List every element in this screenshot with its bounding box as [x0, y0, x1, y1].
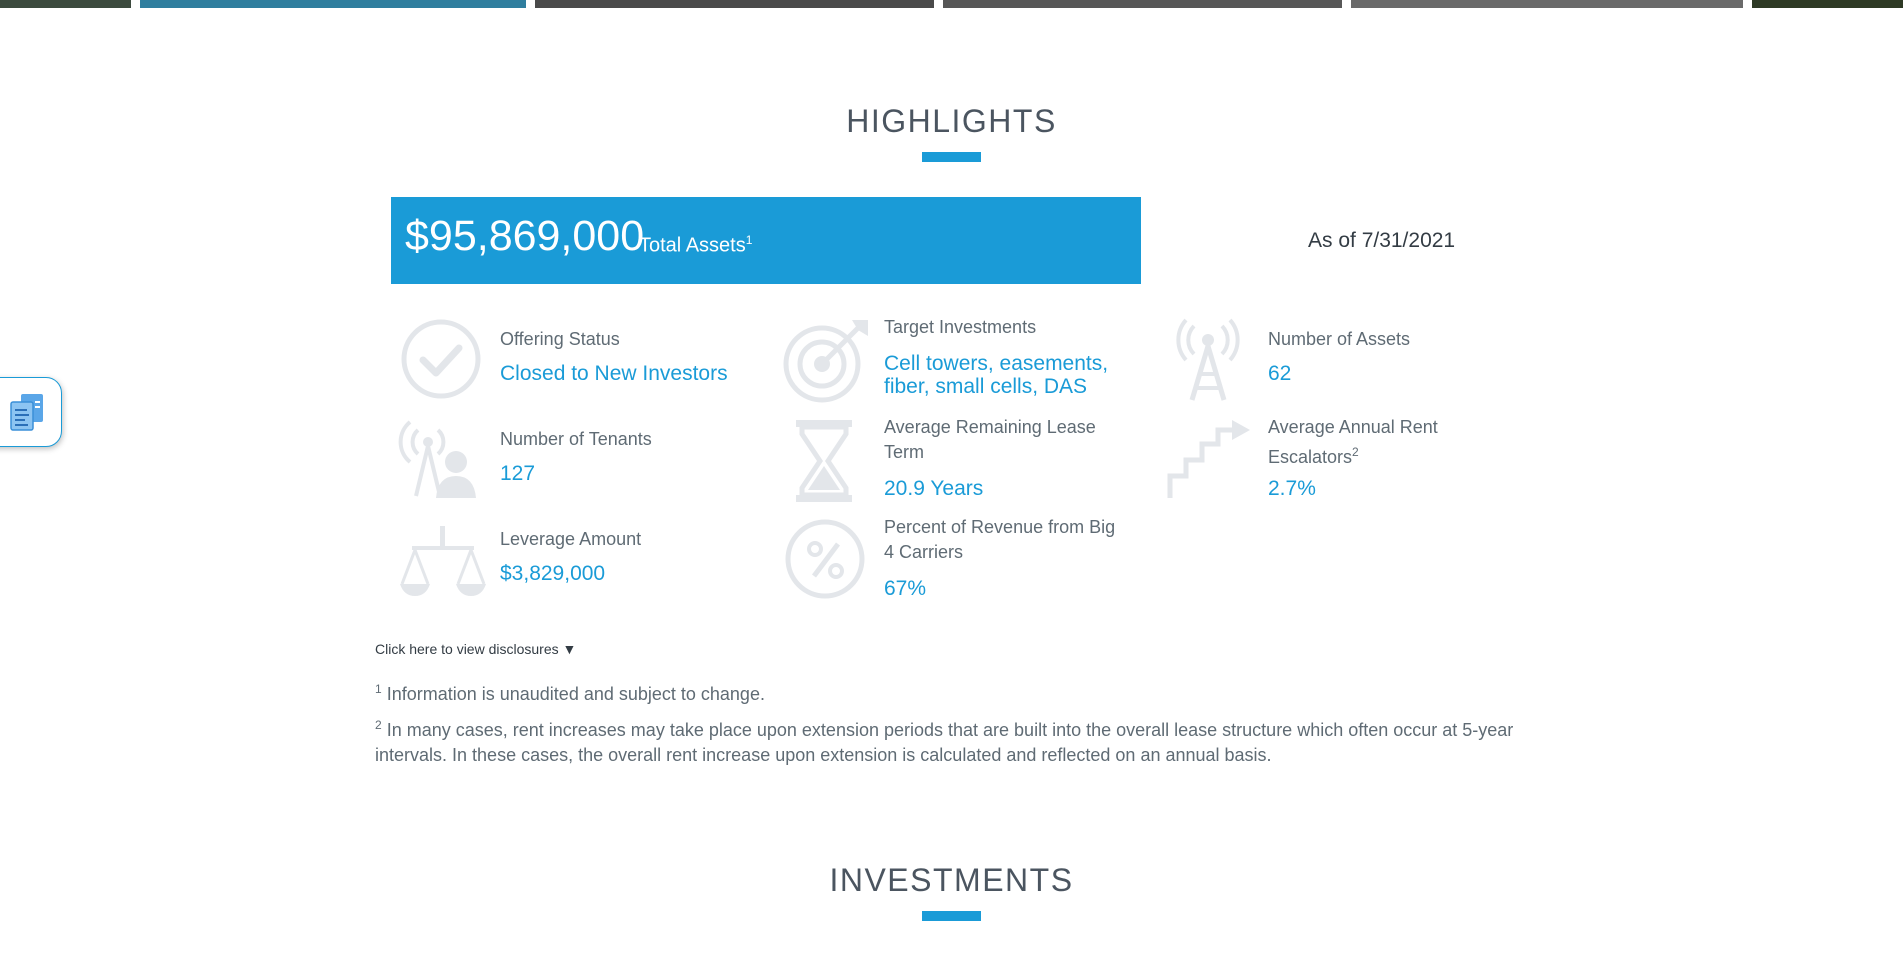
total-assets-label: Total Assets1 — [639, 233, 753, 257]
stat-label: Leverage Amount — [500, 529, 642, 549]
footnote-marker: 1 — [375, 682, 382, 696]
checkmark-circle-icon — [398, 316, 488, 406]
stat-value: 62 — [1268, 362, 1292, 385]
stairs-arrow-icon — [1166, 416, 1256, 506]
stat-value: Closed to New Investors — [500, 362, 728, 385]
stat-label: Target Investments — [884, 317, 1037, 337]
stat-label: Number of Assets — [1268, 329, 1411, 349]
hero-thumbnail[interactable] — [140, 0, 526, 8]
footnote-marker: 1 — [745, 233, 753, 247]
scales-icon — [398, 516, 488, 606]
disclosure-note: 2 In many cases, rent increases may take… — [375, 718, 1514, 765]
stat-value: $3,829,000 — [500, 562, 606, 585]
total-assets-banner: $95,869,000 Total Assets1 — [391, 197, 1141, 284]
stat-value: 2.7% — [1268, 477, 1316, 500]
stat-value: Cell towers, easements, fiber, small cel… — [884, 352, 1109, 398]
stat-value: 67% — [884, 577, 927, 600]
stat-value: 127 — [500, 462, 536, 485]
stat-label: Average Remaining Lease Term — [884, 417, 1096, 462]
document-icon — [10, 394, 43, 431]
hero-thumbnail[interactable] — [1752, 0, 1903, 8]
footnote-marker: 2 — [375, 718, 382, 732]
investments-title-underline — [922, 911, 981, 921]
total-assets-amount: $95,869,000 — [405, 212, 645, 260]
disclosure-note: 1 Information is unaudited and subject t… — [375, 682, 765, 704]
hero-image-strip — [0, 0, 1903, 8]
view-disclosures-toggle[interactable]: Click here to view disclosures ▼ — [375, 641, 576, 657]
tenant-tower-icon — [398, 416, 488, 506]
stat-label: Percent of Revenue from Big 4 Carriers — [884, 517, 1116, 562]
stat-label: Average Annual Rent Escalators2 — [1268, 417, 1438, 467]
stat-label: Offering Status — [500, 329, 620, 349]
target-icon — [782, 316, 872, 406]
percent-circle-icon — [782, 516, 872, 606]
hero-thumbnail[interactable] — [535, 0, 934, 8]
stat-value: 20.9 Years — [884, 477, 984, 500]
highlights-title: HIGHLIGHTS — [846, 103, 1057, 139]
as-of-date: As of 7/31/2021 — [1308, 229, 1456, 252]
documents-widget-button[interactable] — [0, 377, 62, 447]
cell-tower-icon — [1166, 316, 1256, 406]
hero-thumbnail[interactable] — [1351, 0, 1743, 8]
footnote-marker: 2 — [1352, 445, 1359, 459]
stat-label: Number of Tenants — [500, 429, 652, 449]
highlights-title-underline — [922, 152, 981, 162]
hourglass-icon — [782, 416, 872, 506]
hero-thumbnail[interactable] — [943, 0, 1342, 8]
investments-title: INVESTMENTS — [829, 862, 1074, 898]
hero-thumbnail[interactable] — [0, 0, 131, 8]
